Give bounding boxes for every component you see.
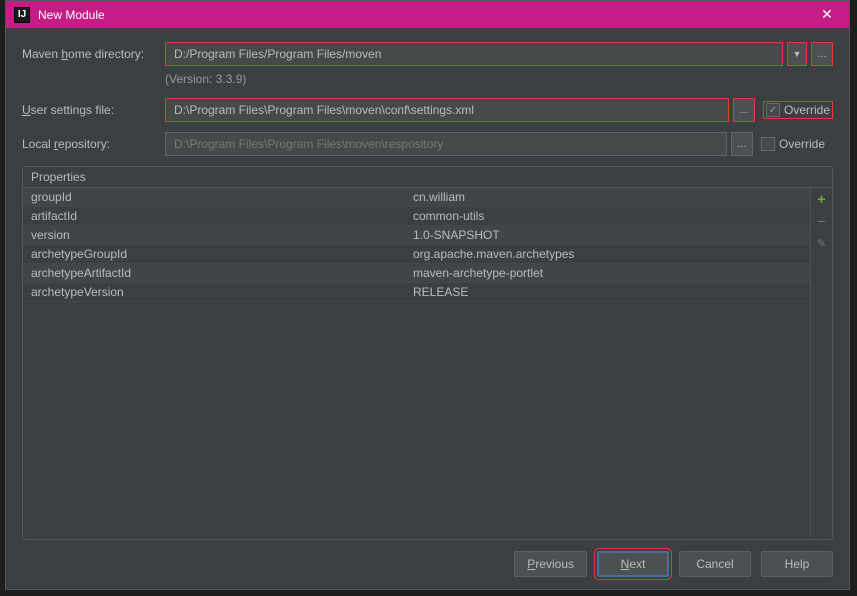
user-settings-override-checkbox[interactable]: ✓ (766, 103, 780, 117)
dialog-content: Maven home directory: D:/Program Files/P… (6, 28, 849, 548)
prop-name: version (23, 228, 413, 242)
titlebar-title: New Module (38, 8, 813, 22)
table-row[interactable]: artifactId common-utils (23, 207, 810, 226)
add-icon[interactable]: + (815, 192, 829, 206)
prop-value: cn.william (413, 190, 810, 204)
table-row[interactable]: version 1.0-SNAPSHOT (23, 226, 810, 245)
user-settings-browse-button[interactable]: ... (733, 98, 755, 122)
previous-button[interactable]: Previous (514, 551, 587, 577)
table-row[interactable]: archetypeArtifactId maven-archetype-port… (23, 264, 810, 283)
local-repo-browse-button[interactable]: ... (731, 132, 753, 156)
remove-icon[interactable]: − (815, 214, 829, 228)
dialog-window: IJ New Module ✕ Maven home directory: D:… (5, 0, 850, 590)
button-bar: Previous Next Cancel Help (514, 551, 833, 577)
maven-home-label: Maven home directory: (22, 47, 157, 61)
prop-value: common-utils (413, 209, 810, 223)
user-settings-override-wrap: ✓ Override (763, 101, 833, 119)
local-repo-override-checkbox[interactable] (761, 137, 775, 151)
table-row[interactable]: groupId cn.william (23, 188, 810, 207)
maven-home-input[interactable]: D:/Program Files/Program Files/moven (165, 42, 783, 66)
maven-home-browse-button[interactable]: ... (811, 42, 833, 66)
maven-home-dropdown-icon[interactable]: ▼ (787, 42, 807, 66)
titlebar[interactable]: IJ New Module ✕ (6, 1, 849, 28)
prop-name: groupId (23, 190, 413, 204)
close-icon[interactable]: ✕ (813, 1, 841, 28)
maven-home-combo-wrap: D:/Program Files/Program Files/moven ▼ .… (165, 42, 833, 66)
prop-value: maven-archetype-portlet (413, 266, 810, 280)
prop-name: artifactId (23, 209, 413, 223)
properties-title: Properties (23, 167, 832, 188)
next-button[interactable]: Next (597, 551, 669, 577)
properties-panel: Properties groupId cn.william artifactId… (22, 166, 833, 540)
local-repo-wrap: D:\Program Files\Program Files\moven\res… (165, 132, 753, 156)
help-button[interactable]: Help (761, 551, 833, 577)
prop-value: org.apache.maven.archetypes (413, 247, 810, 261)
local-repo-label: Local repository: (22, 137, 157, 151)
prop-name: archetypeGroupId (23, 247, 413, 261)
local-repo-override-wrap: Override (761, 137, 833, 151)
maven-version-text: (Version: 3.3.9) (165, 72, 833, 86)
local-repo-input: D:\Program Files\Program Files\moven\res… (165, 132, 727, 156)
cancel-button[interactable]: Cancel (679, 551, 751, 577)
edit-icon[interactable]: ✎ (815, 236, 829, 250)
prop-name: archetypeVersion (23, 285, 413, 299)
user-settings-input[interactable]: D:\Program Files\Program Files\moven\con… (165, 98, 729, 122)
properties-toolbar: + − ✎ (810, 188, 832, 538)
user-settings-row: User settings file: D:\Program Files\Pro… (22, 98, 833, 122)
local-repo-row: Local repository: D:\Program Files\Progr… (22, 132, 833, 156)
maven-home-row: Maven home directory: D:/Program Files/P… (22, 42, 833, 66)
properties-table: groupId cn.william artifactId common-uti… (23, 188, 810, 538)
table-row[interactable]: archetypeGroupId org.apache.maven.archet… (23, 245, 810, 264)
user-settings-override-label: Override (784, 103, 830, 117)
table-row[interactable]: archetypeVersion RELEASE (23, 283, 810, 302)
user-settings-wrap: D:\Program Files\Program Files\moven\con… (165, 98, 755, 122)
prop-value: 1.0-SNAPSHOT (413, 228, 810, 242)
prop-value: RELEASE (413, 285, 810, 299)
prop-name: archetypeArtifactId (23, 266, 413, 280)
properties-body: groupId cn.william artifactId common-uti… (23, 188, 832, 538)
user-settings-label: User settings file: (22, 103, 157, 117)
local-repo-override-label: Override (779, 137, 825, 151)
app-icon: IJ (14, 7, 30, 23)
